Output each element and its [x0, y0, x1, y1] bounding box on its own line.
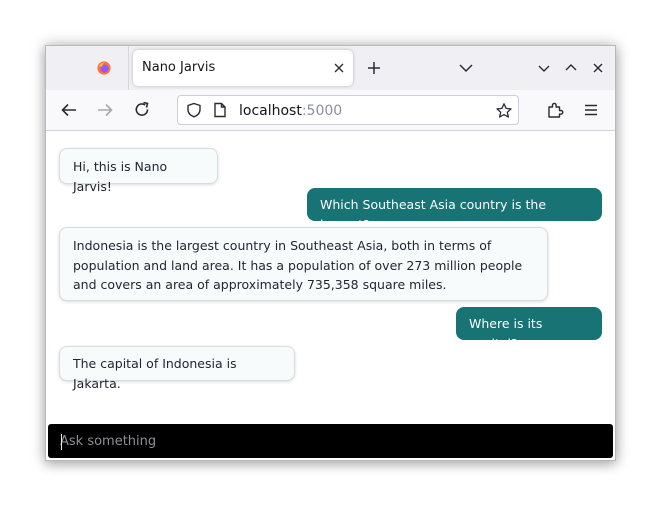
tab-divider	[128, 46, 129, 90]
url-text: localhost:5000	[239, 103, 342, 119]
bot-message: Hi, this is Nano Jarvis!	[59, 148, 218, 194]
reload-icon[interactable]	[133, 101, 151, 119]
maximize-icon[interactable]	[564, 61, 578, 75]
navigation-toolbar: localhost:5000	[46, 90, 615, 131]
tab-title: Nano Jarvis	[142, 60, 216, 75]
url-host: localhost	[239, 103, 302, 119]
plus-icon[interactable]	[367, 61, 381, 75]
chat-input[interactable]	[60, 424, 600, 458]
star-icon[interactable]	[495, 102, 513, 120]
menu-icon[interactable]	[582, 101, 600, 119]
bot-message: Indonesia is the largest country in Sout…	[59, 227, 548, 301]
chevron-down-icon[interactable]	[459, 63, 473, 73]
bot-message: The capital of Indonesia is Jakarta.	[59, 346, 295, 391]
shield-icon[interactable]	[186, 102, 202, 118]
chat-input-bar	[48, 424, 613, 458]
url-bar[interactable]: localhost:5000	[177, 95, 519, 125]
chat-area: Hi, this is Nano Jarvis! Which Southeast…	[46, 131, 615, 460]
user-message: Where is its capital?	[456, 307, 602, 351]
firefox-logo	[97, 61, 111, 75]
browser-window: Nano Jarvis localhost:5000 Hi, this is N…	[45, 45, 616, 461]
user-message: Which Southeast Asia country is the larg…	[307, 188, 602, 232]
minimize-icon[interactable]	[537, 61, 551, 75]
url-port: :5000	[301, 103, 343, 119]
close-icon[interactable]	[332, 61, 346, 75]
tab-nano-jarvis[interactable]: Nano Jarvis	[133, 50, 353, 86]
forward-icon[interactable]	[96, 101, 114, 119]
page-icon[interactable]	[213, 102, 227, 118]
text-caret	[61, 434, 62, 450]
window-close-icon[interactable]	[591, 61, 605, 75]
back-icon[interactable]	[60, 101, 78, 119]
extensions-icon[interactable]	[546, 101, 564, 119]
tab-strip: Nano Jarvis	[46, 46, 615, 90]
